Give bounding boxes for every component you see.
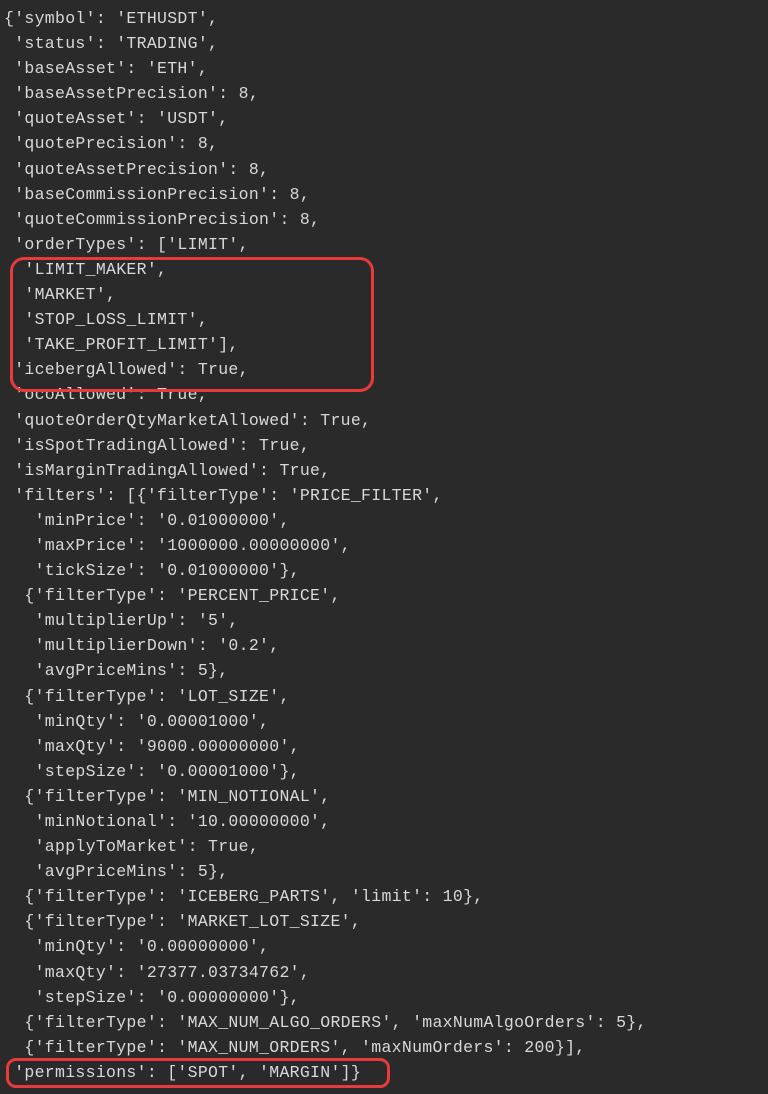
code-block: {'symbol': 'ETHUSDT', 'status': 'TRADING… <box>0 0 647 1085</box>
code-output-container: {'symbol': 'ETHUSDT', 'status': 'TRADING… <box>0 0 768 1094</box>
highlight-permissions <box>6 1058 390 1088</box>
highlight-order-types <box>10 257 374 392</box>
